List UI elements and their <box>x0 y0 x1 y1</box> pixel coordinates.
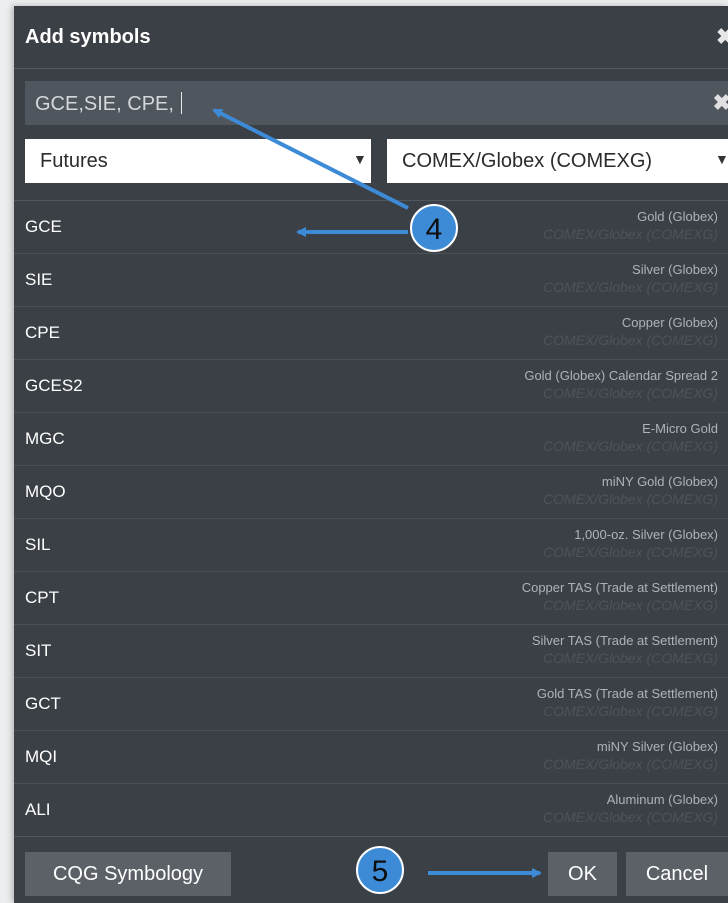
arrow-to-search-input <box>212 108 409 210</box>
step-4-badge: 4 <box>410 204 458 252</box>
step-5-badge: 5 <box>356 846 404 894</box>
annotation-arrows <box>212 108 542 878</box>
